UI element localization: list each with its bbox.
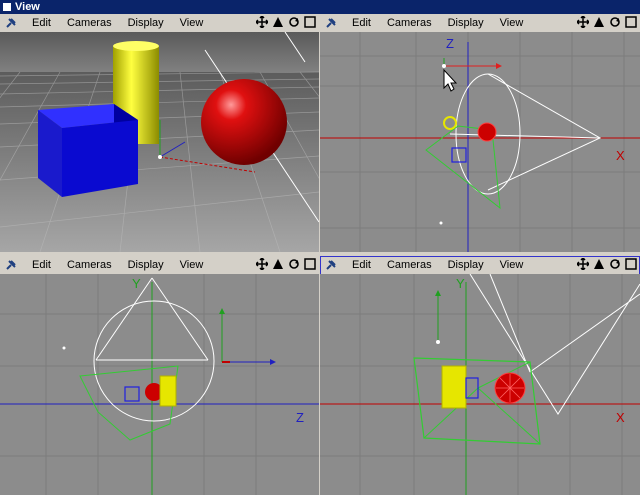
menu-cameras[interactable]: Cameras bbox=[59, 17, 120, 29]
blue-cube bbox=[38, 104, 138, 197]
front-view[interactable]: Y Z bbox=[0, 274, 319, 495]
maximize-icon[interactable] bbox=[303, 257, 317, 271]
maximize-icon[interactable] bbox=[624, 15, 638, 29]
menu-display[interactable]: Display bbox=[120, 17, 172, 29]
rotate-icon[interactable] bbox=[287, 257, 301, 271]
axis-label-x: X bbox=[616, 148, 625, 163]
yellow-cylinder-side bbox=[441, 365, 467, 409]
menu-edit[interactable]: Edit bbox=[24, 17, 59, 29]
top-view[interactable]: Z X bbox=[320, 32, 640, 252]
rotate-icon[interactable] bbox=[287, 15, 301, 29]
menu-display[interactable]: Display bbox=[440, 259, 492, 271]
axis-label-x: X bbox=[616, 410, 625, 425]
pin-icon[interactable] bbox=[4, 258, 18, 272]
viewport-front[interactable]: Edit Cameras Display View Y Z bbox=[0, 256, 319, 495]
viewport-menubar: Edit Cameras Display View bbox=[0, 14, 319, 32]
yellow-cylinder-front bbox=[159, 375, 177, 407]
menu-cameras[interactable]: Cameras bbox=[379, 259, 440, 271]
pin-icon[interactable] bbox=[324, 16, 338, 30]
move-icon[interactable] bbox=[255, 257, 269, 271]
pin-icon[interactable] bbox=[4, 16, 18, 30]
menu-view[interactable]: View bbox=[172, 259, 212, 271]
axis-label-y: Y bbox=[456, 276, 465, 291]
red-sphere-top bbox=[477, 122, 497, 142]
scale-icon[interactable] bbox=[592, 15, 606, 29]
menu-display[interactable]: Display bbox=[120, 259, 172, 271]
origin-dot bbox=[62, 346, 66, 350]
viewport-menubar: Edit Cameras Display View bbox=[320, 256, 640, 274]
red-sphere bbox=[201, 79, 287, 165]
maximize-icon[interactable] bbox=[624, 257, 638, 271]
menu-cameras[interactable]: Cameras bbox=[379, 17, 440, 29]
scale-icon[interactable] bbox=[271, 257, 285, 271]
red-sphere-side bbox=[494, 372, 526, 404]
rotate-icon[interactable] bbox=[608, 15, 622, 29]
viewport-perspective[interactable]: Edit Cameras Display View bbox=[0, 14, 319, 252]
window-icon[interactable] bbox=[3, 3, 11, 11]
window-title: View bbox=[15, 1, 40, 13]
perspective-view[interactable] bbox=[0, 32, 319, 252]
scale-icon[interactable] bbox=[271, 15, 285, 29]
grid-background bbox=[320, 274, 640, 495]
axis-label-y: Y bbox=[132, 276, 141, 291]
axis-label-z: Z bbox=[296, 410, 304, 425]
move-icon[interactable] bbox=[576, 257, 590, 271]
viewport-top[interactable]: Edit Cameras Display View Z X bbox=[320, 14, 640, 252]
menu-edit[interactable]: Edit bbox=[24, 259, 59, 271]
window-titlebar: View bbox=[0, 0, 640, 14]
pin-icon[interactable] bbox=[324, 258, 338, 272]
viewport-side[interactable]: Edit Cameras Display View Y X bbox=[320, 256, 640, 495]
menu-view[interactable]: View bbox=[492, 17, 532, 29]
menu-view[interactable]: View bbox=[172, 17, 212, 29]
move-icon[interactable] bbox=[576, 15, 590, 29]
viewport-menubar: Edit Cameras Display View bbox=[320, 14, 640, 32]
menu-view[interactable]: View bbox=[492, 259, 532, 271]
side-view[interactable]: Y X bbox=[320, 274, 640, 495]
maximize-icon[interactable] bbox=[303, 15, 317, 29]
viewport-menubar: Edit Cameras Display View bbox=[0, 256, 319, 274]
menu-display[interactable]: Display bbox=[440, 17, 492, 29]
rotate-icon[interactable] bbox=[608, 257, 622, 271]
move-icon[interactable] bbox=[255, 15, 269, 29]
menu-edit[interactable]: Edit bbox=[344, 17, 379, 29]
origin-dot bbox=[439, 221, 443, 225]
scale-icon[interactable] bbox=[592, 257, 606, 271]
axis-label-z: Z bbox=[446, 36, 454, 51]
menu-edit[interactable]: Edit bbox=[344, 259, 379, 271]
menu-cameras[interactable]: Cameras bbox=[59, 259, 120, 271]
